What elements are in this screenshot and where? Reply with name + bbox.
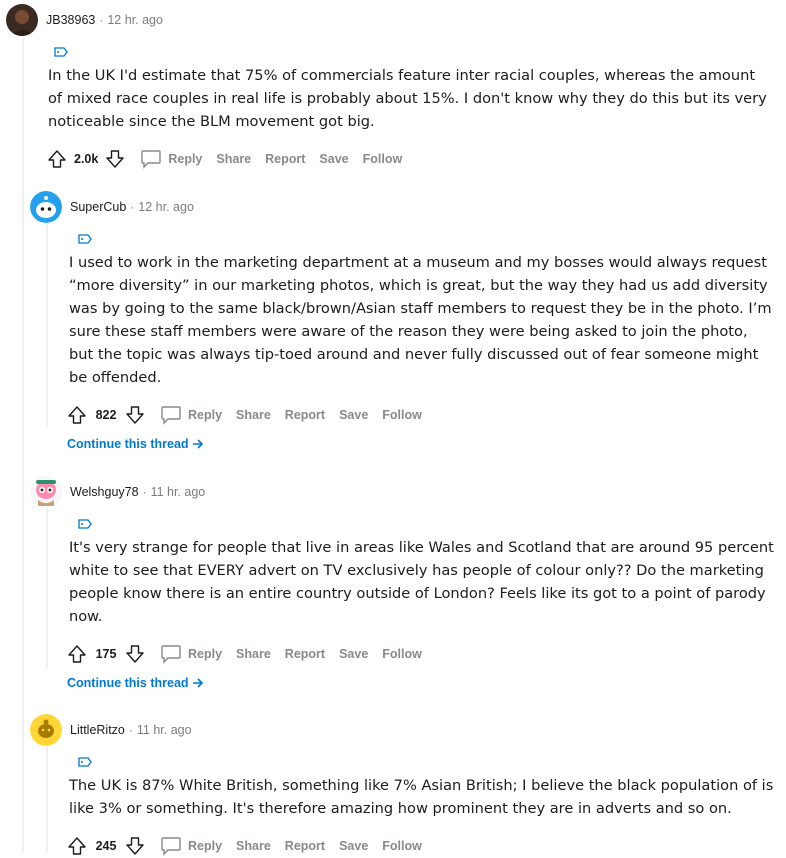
- user-avatar[interactable]: [30, 476, 62, 508]
- downvote-arrow-icon[interactable]: [124, 835, 146, 857]
- comment-body: The UK is 87% White British, something l…: [69, 774, 774, 820]
- username[interactable]: Welshguy78: [70, 485, 139, 499]
- comment-actions: 2.0k Reply Share Report Save Follow: [46, 147, 776, 171]
- downvote-arrow-icon[interactable]: [124, 643, 146, 665]
- separator: ·: [142, 485, 147, 499]
- comment-actions: 245 Reply Share Report Save Follow: [66, 834, 780, 858]
- speech-bubble-icon: [161, 645, 181, 664]
- report-button[interactable]: Report: [265, 152, 305, 166]
- report-button[interactable]: Report: [285, 839, 325, 853]
- continue-thread-label: Continue this thread: [67, 676, 189, 690]
- user-avatar[interactable]: [30, 191, 62, 223]
- follow-button[interactable]: Follow: [363, 152, 403, 166]
- vote-score: 175: [95, 647, 117, 661]
- comment-text: The UK is 87% White British, something l…: [69, 777, 774, 817]
- speech-bubble-icon: [161, 837, 181, 856]
- reply-button[interactable]: Reply: [160, 836, 222, 856]
- separator: ·: [130, 200, 135, 214]
- flair-tag-icon: [78, 754, 780, 767]
- report-button[interactable]: Report: [285, 647, 325, 661]
- timestamp[interactable]: 12 hr. ago: [138, 200, 194, 214]
- vote-score: 245: [95, 839, 117, 853]
- share-button[interactable]: Share: [216, 152, 251, 166]
- comment: LittleRitzo · 11 hr. ago The UK is 87% W…: [30, 712, 780, 858]
- flair-tag-icon: [78, 231, 780, 244]
- reply-label: Reply: [188, 408, 223, 422]
- comment: SuperCub · 12 hr. ago I used to work in …: [30, 189, 780, 427]
- comment: Welshguy78 · 11 hr. ago It's very strang…: [30, 474, 780, 666]
- comment-body: I used to work in the marketing departme…: [69, 251, 774, 389]
- save-button[interactable]: Save: [339, 408, 368, 422]
- flair-tag-icon: [78, 516, 780, 529]
- share-button[interactable]: Share: [236, 839, 271, 853]
- flair-tag-icon: [54, 44, 776, 57]
- upvote-arrow-icon[interactable]: [66, 404, 88, 426]
- user-avatar[interactable]: [30, 714, 62, 746]
- continue-thread-link[interactable]: Continue this thread: [67, 437, 204, 451]
- save-button[interactable]: Save: [319, 152, 348, 166]
- separator: ·: [99, 13, 104, 27]
- timestamp[interactable]: 12 hr. ago: [107, 13, 163, 27]
- speech-bubble-icon: [141, 150, 162, 169]
- reply-label: Reply: [188, 647, 223, 661]
- upvote-arrow-icon[interactable]: [66, 643, 88, 665]
- upvote-arrow-icon[interactable]: [66, 835, 88, 857]
- timestamp[interactable]: 11 hr. ago: [137, 723, 192, 737]
- follow-button[interactable]: Follow: [382, 839, 422, 853]
- downvote-arrow-icon[interactable]: [104, 148, 126, 170]
- vote-score: 2.0k: [74, 152, 99, 166]
- reply-label: Reply: [168, 152, 203, 166]
- comment-text: In the UK I'd estimate that 75% of comme…: [48, 67, 767, 130]
- continue-thread-label: Continue this thread: [67, 437, 189, 451]
- username[interactable]: LittleRitzo: [70, 723, 125, 737]
- arrow-right-icon: [193, 439, 204, 449]
- report-button[interactable]: Report: [285, 408, 325, 422]
- reply-button[interactable]: Reply: [160, 405, 222, 425]
- follow-button[interactable]: Follow: [382, 647, 422, 661]
- reply-button[interactable]: Reply: [140, 149, 202, 169]
- comment-body: It's very strange for people that live i…: [69, 536, 774, 628]
- speech-bubble-icon: [161, 406, 181, 425]
- user-avatar[interactable]: [6, 4, 38, 36]
- save-button[interactable]: Save: [339, 839, 368, 853]
- comment: JB38963 · 12 hr. ago In the UK I'd estim…: [6, 2, 776, 171]
- comment-actions: 822 Reply Share Report Save Follow: [66, 403, 780, 427]
- comment-text: I used to work in the marketing departme…: [69, 254, 772, 386]
- reply-label: Reply: [188, 839, 223, 853]
- save-button[interactable]: Save: [339, 647, 368, 661]
- comment-body: In the UK I'd estimate that 75% of comme…: [48, 64, 768, 133]
- upvote-arrow-icon[interactable]: [46, 148, 68, 170]
- share-button[interactable]: Share: [236, 647, 271, 661]
- separator: ·: [128, 723, 133, 737]
- vote-score: 822: [95, 408, 117, 422]
- downvote-arrow-icon[interactable]: [124, 404, 146, 426]
- comment-actions: 175 Reply Share Report Save Follow: [66, 642, 780, 666]
- timestamp[interactable]: 11 hr. ago: [151, 485, 206, 499]
- arrow-right-icon: [193, 678, 204, 688]
- follow-button[interactable]: Follow: [382, 408, 422, 422]
- continue-thread-link[interactable]: Continue this thread: [67, 676, 204, 690]
- comment-text: It's very strange for people that live i…: [69, 539, 774, 625]
- reply-button[interactable]: Reply: [160, 644, 222, 664]
- share-button[interactable]: Share: [236, 408, 271, 422]
- username[interactable]: SuperCub: [70, 200, 126, 214]
- username[interactable]: JB38963: [46, 13, 95, 27]
